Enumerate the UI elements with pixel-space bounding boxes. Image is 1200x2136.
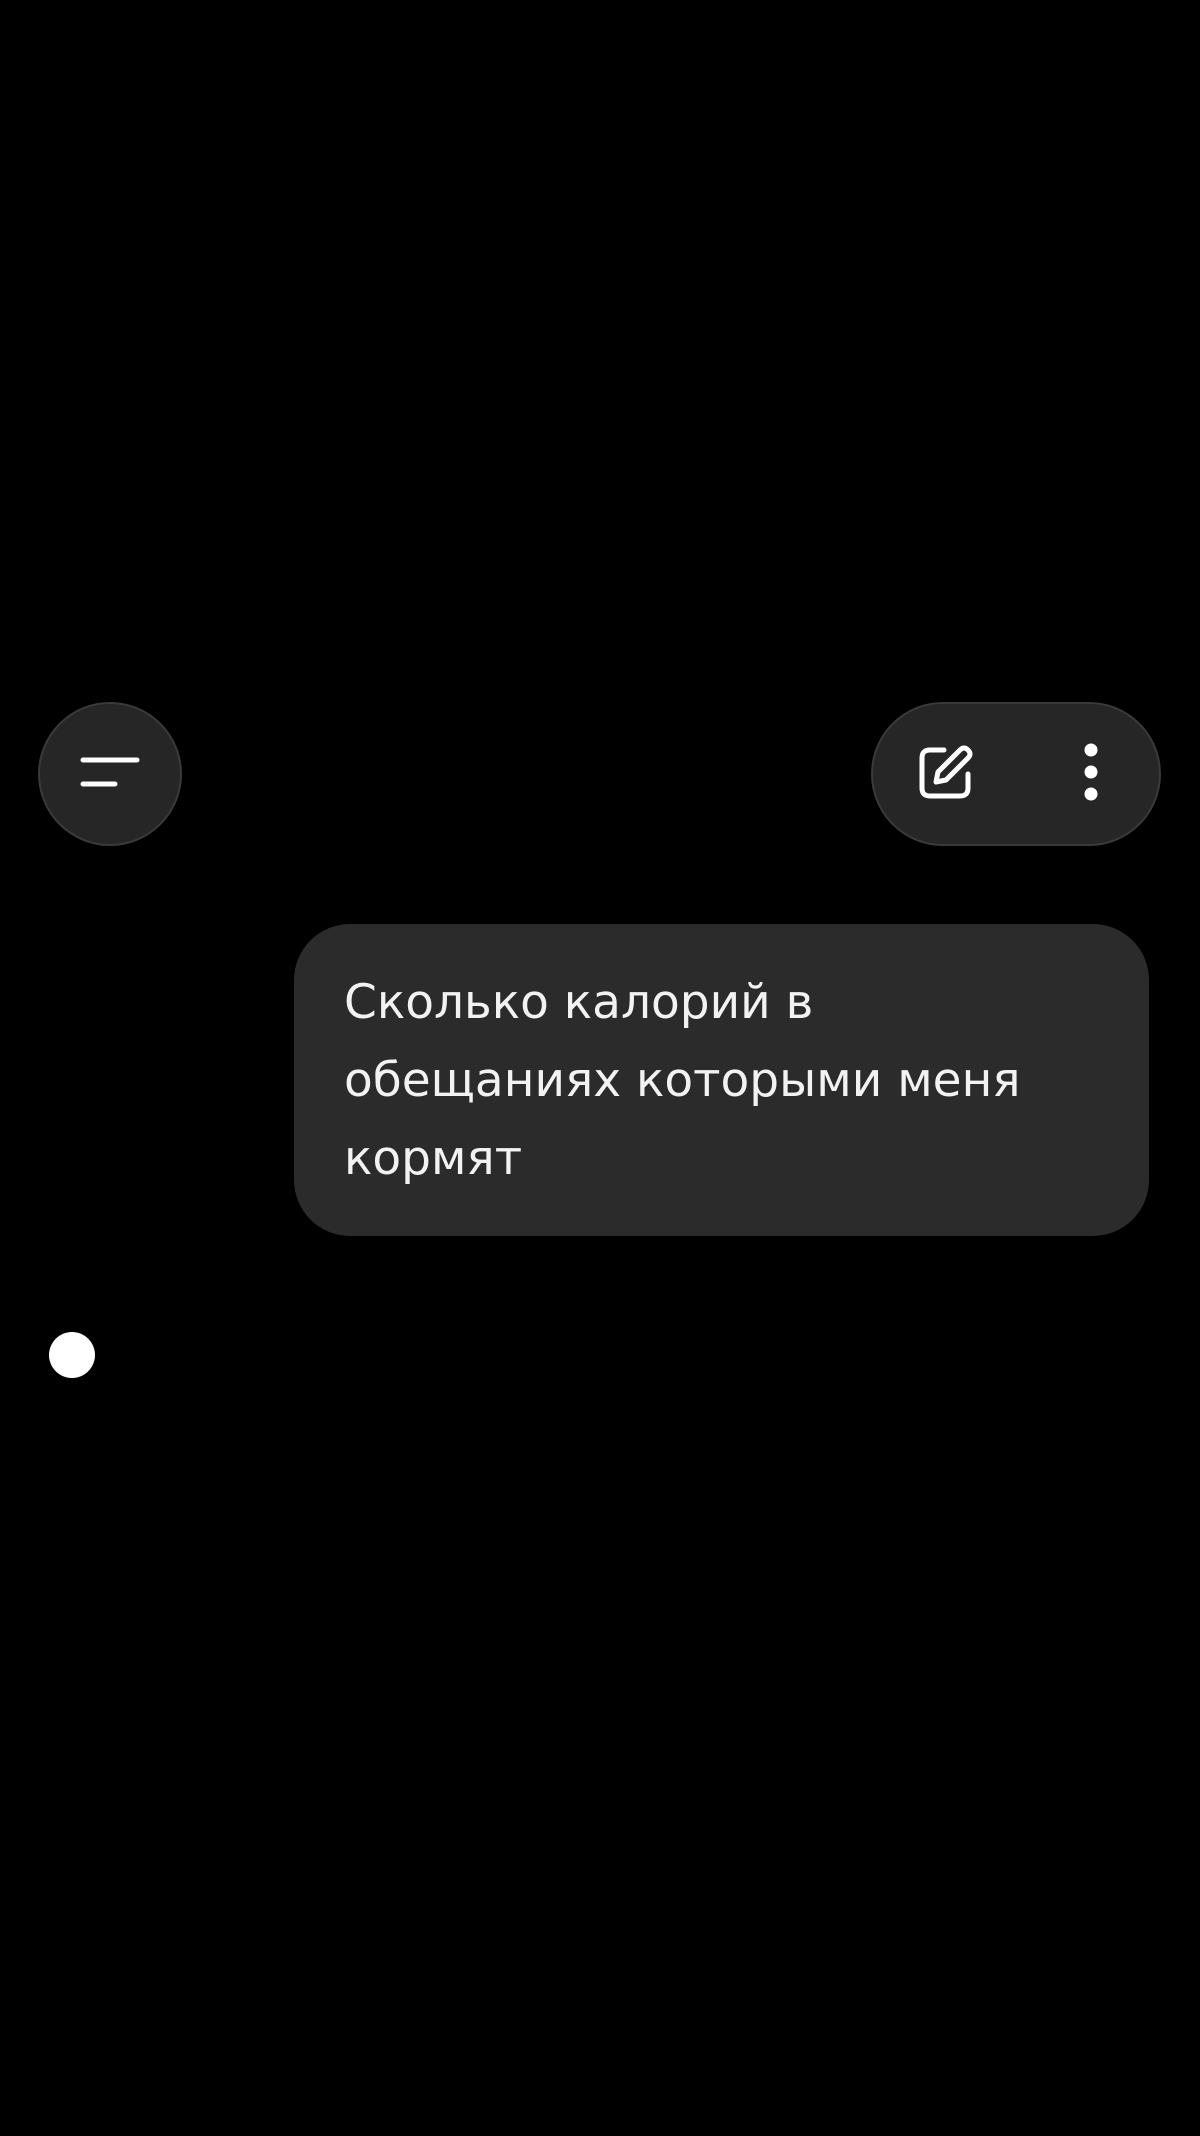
new-chat-edit-icon — [914, 740, 978, 808]
new-chat-button[interactable] — [873, 704, 1018, 844]
more-options-button[interactable] — [1018, 704, 1163, 844]
user-message-bubble[interactable]: Сколько калорий в обещаниях которыми мен… — [294, 924, 1149, 1236]
menu-lines-icon — [79, 752, 141, 796]
more-vertical-icon — [1081, 740, 1101, 808]
header-actions — [871, 702, 1161, 846]
menu-button[interactable] — [38, 702, 182, 846]
user-message-text: Сколько калорий в обещаниях которыми мен… — [344, 975, 1021, 1186]
assistant-typing-indicator — [49, 1332, 95, 1378]
